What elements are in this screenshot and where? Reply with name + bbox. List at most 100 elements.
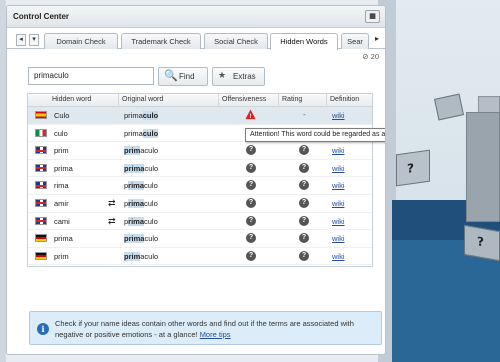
original-word-cell: primaculo — [124, 251, 159, 261]
question-mark-icon: ? — [477, 234, 484, 250]
find-button[interactable]: 🔍 Find — [158, 67, 208, 86]
table-row[interactable]: Culo primaculo! - wiki — [28, 107, 372, 125]
search-input-value: primaculo — [34, 71, 69, 80]
window-title: Control Center — [13, 12, 69, 21]
table-row[interactable]: prim primaculo?? wiki — [28, 142, 372, 160]
tab-hidden-words[interactable]: Hidden Words — [270, 33, 338, 50]
counter-value: 20 — [370, 52, 379, 61]
col-hidden-word[interactable]: Hidden word — [52, 96, 91, 103]
wiki-link[interactable]: wiki — [332, 234, 345, 243]
table-row[interactable]: prim primaculo?? wiki — [28, 248, 372, 266]
hidden-word-cell: prima — [54, 234, 73, 244]
wiki-link[interactable]: wiki — [332, 252, 345, 261]
original-word-match: prima — [124, 234, 145, 244]
reversed-icon: ⇄ — [108, 197, 116, 208]
table-row[interactable]: prima primaculo?? wiki — [28, 160, 372, 178]
question-icon[interactable]: ? — [246, 197, 256, 208]
reversed-icon: ⇄ — [108, 215, 116, 226]
original-word-match: culo — [142, 111, 159, 120]
extras-button-label: Extras — [233, 72, 256, 81]
tab-scroll-right-button[interactable]: ▸ — [375, 34, 379, 43]
tab-domain-check[interactable]: Domain Check — [44, 33, 118, 49]
wiki-link[interactable]: wiki — [332, 146, 345, 155]
magnifier-icon: 🔍 — [164, 70, 178, 82]
original-word-suffix: aculo — [140, 146, 159, 156]
col-original-word[interactable]: Original word — [122, 96, 163, 103]
rating-question-icon[interactable]: ? — [299, 197, 309, 208]
flag-it-icon — [35, 128, 47, 137]
table-row[interactable]: cami ⇄ primaculo?? wiki — [28, 213, 372, 231]
original-word-match: prima — [124, 163, 145, 173]
tab-search[interactable]: Sear — [341, 33, 369, 49]
hidden-word-cell: cami — [54, 216, 70, 226]
question-icon[interactable]: ? — [246, 162, 256, 173]
col-definition[interactable]: Definition — [330, 96, 359, 103]
flag-gb-icon — [35, 198, 47, 207]
original-word-cell: primaculo — [124, 146, 159, 156]
original-word-match: prim — [124, 251, 141, 261]
more-tips-link[interactable]: More tips — [200, 330, 231, 339]
question-icon[interactable]: ? — [246, 145, 256, 156]
flag-gb-icon — [35, 181, 47, 190]
tab-dropdown-button[interactable]: ▾ — [29, 34, 39, 46]
svg-text:!: ! — [249, 113, 251, 120]
original-word-suffix: aculo — [140, 251, 159, 261]
original-word-match: rima — [128, 216, 145, 226]
rating-question-icon[interactable]: ? — [299, 180, 309, 191]
column-separator — [278, 94, 279, 107]
question-icon[interactable]: ? — [246, 180, 256, 191]
wiki-link[interactable]: wiki — [332, 111, 345, 120]
column-separator — [218, 94, 219, 107]
table-row[interactable]: rima primaculo?? wiki — [28, 177, 372, 195]
info-icon: i — [37, 323, 49, 335]
original-word-match: rima — [128, 181, 145, 191]
rating-question-icon[interactable]: ? — [299, 215, 309, 226]
result-counter: ⊘ 20 — [362, 52, 379, 61]
flag-gb-icon — [35, 216, 47, 225]
rating-value: - — [303, 110, 306, 119]
warning-icon[interactable]: ! — [245, 109, 256, 120]
bg-question-box: ? — [396, 149, 430, 187]
col-rating[interactable]: Rating — [282, 96, 302, 103]
flag-es-icon — [35, 111, 47, 119]
original-word-cell: primaculo — [124, 163, 159, 173]
control-center-window: Control Center ▦ ◂ ▾ Domain Check Tradem… — [6, 5, 386, 355]
info-text: Check if your name ideas contain other w… — [55, 318, 375, 340]
star-icon: ★ — [218, 70, 227, 80]
tab-scroll-left-button[interactable]: ◂ — [16, 34, 26, 46]
bg-question-box-2: ? — [464, 224, 500, 262]
rating-question-icon[interactable]: ? — [299, 250, 309, 261]
wiki-link[interactable]: wiki — [332, 199, 345, 208]
table-header: Hidden word Original word Offensiveness … — [28, 94, 372, 107]
hidden-word-cell: rima — [54, 181, 69, 191]
info-box: i Check if your name ideas contain other… — [29, 311, 382, 345]
question-icon[interactable]: ? — [246, 250, 256, 261]
wiki-link[interactable]: wiki — [332, 217, 345, 226]
grid-menu-button[interactable]: ▦ — [365, 10, 380, 23]
original-word-suffix: culo — [144, 163, 159, 173]
window-titlebar: Control Center ▦ — [7, 6, 385, 28]
column-separator — [118, 94, 119, 107]
col-offensiveness[interactable]: Offensiveness — [222, 96, 266, 103]
original-word-prefix: prima — [124, 111, 143, 120]
extras-button[interactable]: ★ Extras — [212, 67, 265, 86]
rating-question-icon[interactable]: ? — [299, 233, 309, 244]
table-row[interactable]: amir ⇄ primaculo?? wiki — [28, 195, 372, 213]
column-separator — [326, 94, 327, 107]
rating-question-icon[interactable]: ? — [299, 162, 309, 173]
hidden-word-cell: Culo — [54, 111, 70, 120]
wiki-link[interactable]: wiki — [332, 164, 345, 173]
hidden-word-cell: amir — [54, 198, 69, 208]
tab-social-check[interactable]: Social Check — [204, 33, 268, 49]
original-word-suffix: culo — [144, 198, 158, 208]
wiki-link[interactable]: wiki — [332, 181, 345, 190]
bg-building — [466, 112, 500, 222]
original-word-match: prim — [124, 146, 141, 156]
rating-question-icon[interactable]: ? — [299, 145, 309, 156]
question-icon[interactable]: ? — [246, 215, 256, 226]
find-button-label: Find — [179, 72, 195, 81]
search-input[interactable]: primaculo — [28, 67, 154, 85]
question-icon[interactable]: ? — [246, 233, 256, 244]
tab-trademark-check[interactable]: Trademark Check — [121, 33, 201, 49]
table-row[interactable]: prima primaculo?? wiki — [28, 230, 372, 248]
